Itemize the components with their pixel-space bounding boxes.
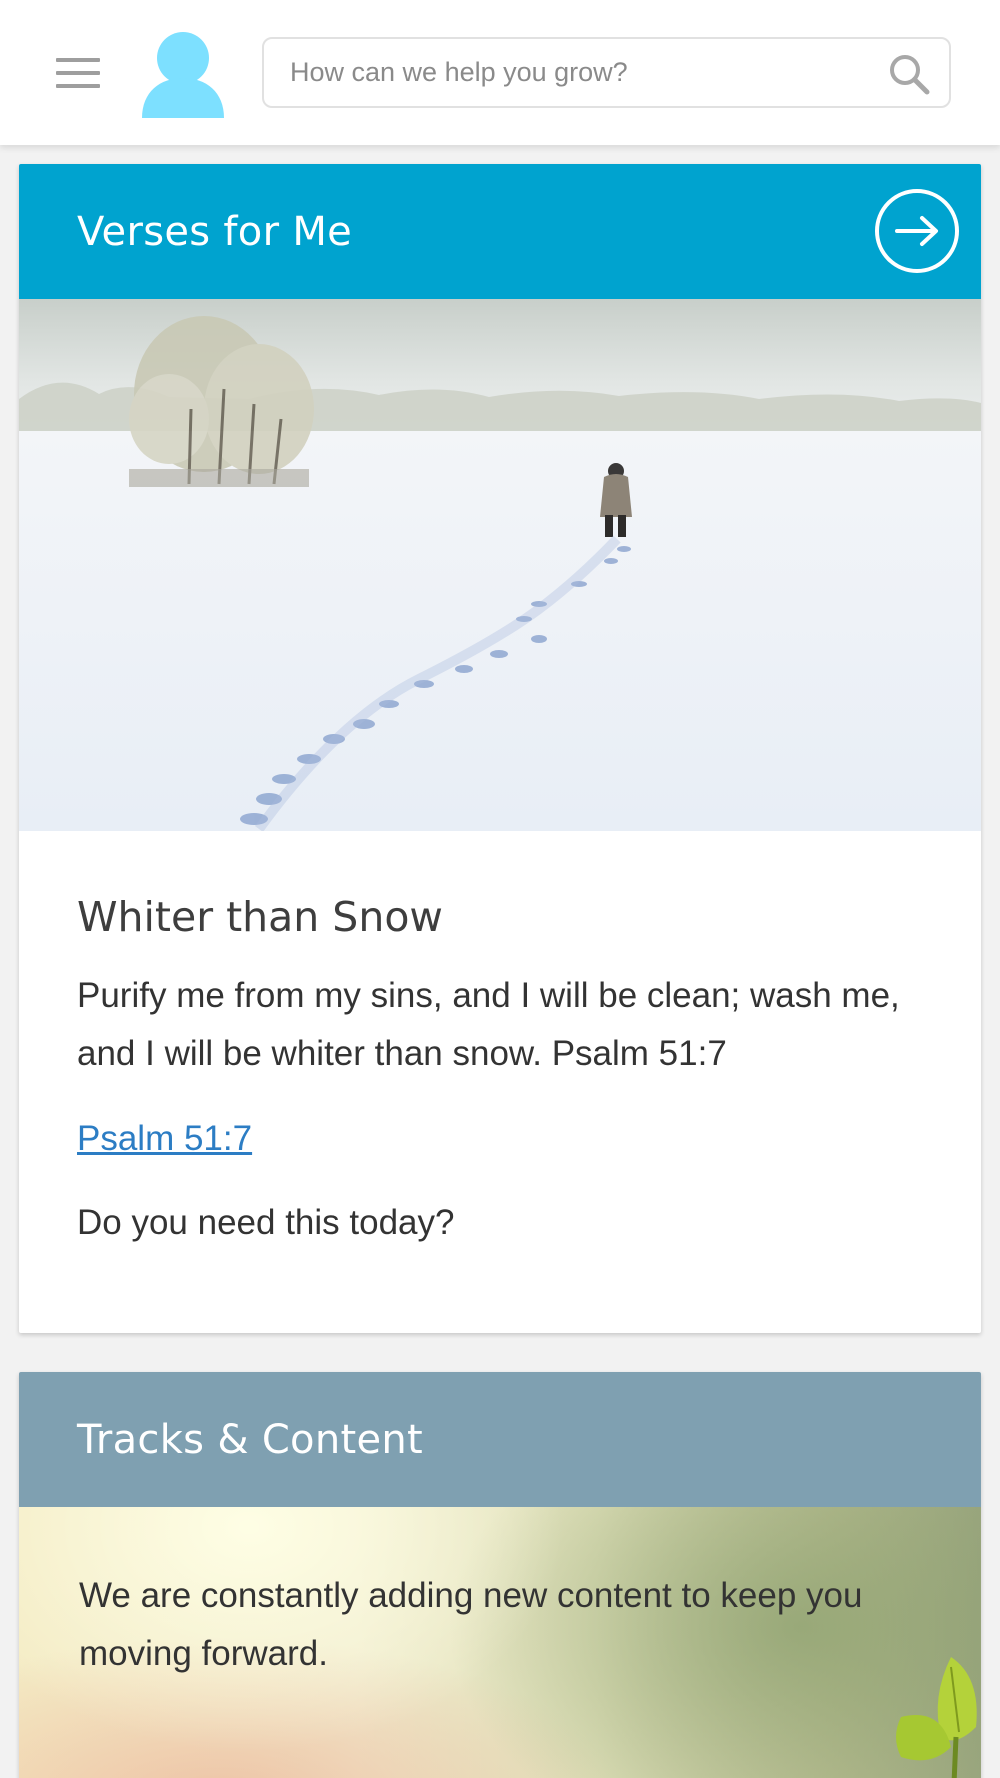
tracks-card-title: Tracks & Content bbox=[77, 1416, 424, 1463]
tracks-card: Tracks & Content We are constantly addin… bbox=[19, 1372, 981, 1778]
leaf-sprout-image bbox=[896, 1657, 977, 1778]
search-input[interactable] bbox=[290, 39, 870, 106]
verse-content: Whiter than Snow Purify me from my sins,… bbox=[19, 831, 981, 1243]
arrow-right-circle-icon[interactable] bbox=[873, 187, 961, 275]
search-box bbox=[262, 37, 951, 108]
verse-title: Whiter than Snow bbox=[77, 893, 443, 941]
verses-card-header: Verses for Me bbox=[19, 164, 981, 299]
verses-card-title: Verses for Me bbox=[77, 208, 353, 255]
verse-text: Purify me from my sins, and I will be cl… bbox=[77, 976, 900, 1073]
top-bar bbox=[0, 0, 1000, 145]
search-icon[interactable] bbox=[887, 52, 931, 96]
snow-field-photo bbox=[19, 299, 981, 831]
tracks-card-body: We are constantly adding new content to … bbox=[19, 1507, 981, 1778]
verses-card: Verses for Me Whiter than Snow Purify me… bbox=[19, 164, 981, 1333]
tracks-description: We are constantly adding new content to … bbox=[79, 1576, 863, 1673]
hamburger-menu-icon[interactable] bbox=[48, 52, 108, 94]
user-avatar-icon[interactable] bbox=[140, 30, 226, 120]
verse-reference-link[interactable]: Psalm 51:7 bbox=[77, 1119, 252, 1159]
verse-question: Do you need this today? bbox=[77, 1203, 455, 1242]
tracks-card-header[interactable]: Tracks & Content bbox=[19, 1372, 981, 1507]
